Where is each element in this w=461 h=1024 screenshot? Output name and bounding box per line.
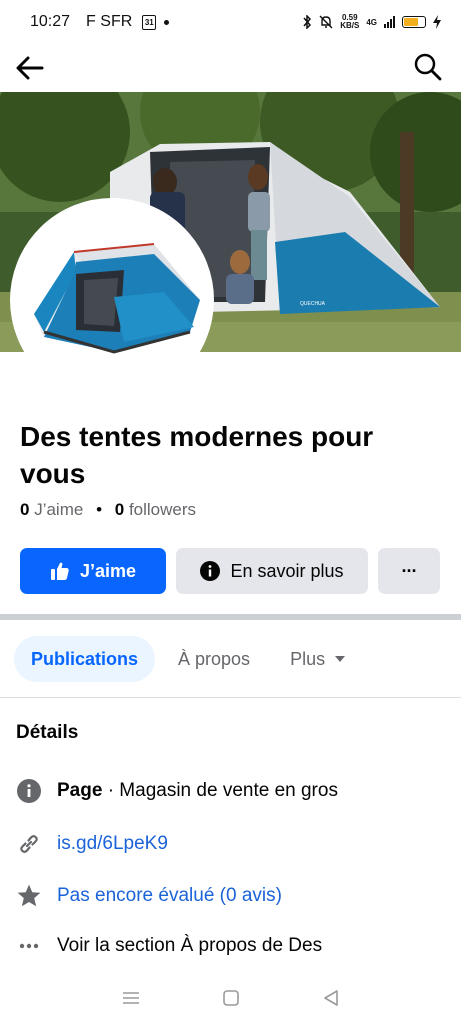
details-category-row: Page · Magasin de vente en gros — [16, 778, 338, 804]
tab-label: Publications — [31, 648, 139, 669]
more-dots-icon: ··· — [401, 560, 418, 581]
page-stats: 0 J’aime • 0 followers — [20, 500, 196, 520]
more-dots-icon — [16, 933, 42, 959]
menu-icon[interactable] — [121, 990, 141, 1006]
mute-bell-icon — [319, 15, 333, 29]
status-time: 10:27 — [30, 13, 71, 30]
details-heading: Détails — [16, 722, 79, 743]
like-button-label: J’aime — [79, 560, 137, 581]
stats-separator: • — [96, 500, 103, 519]
tent-product-image — [14, 202, 210, 398]
category-name: · Magasin de vente en gros — [102, 780, 338, 801]
info-icon — [200, 561, 221, 581]
page-title: Des tentes modernes pour vous — [20, 421, 374, 489]
tab-more[interactable]: Plus — [273, 636, 362, 682]
details-rating-row: Pas encore évalué (0 avis) — [16, 883, 282, 909]
section-divider — [0, 614, 461, 620]
likes-count: 0 — [20, 500, 30, 519]
about-section-link[interactable]: Voir la section À propos de Des — [57, 935, 322, 957]
top-nav — [0, 44, 461, 92]
thumbs-up-icon — [50, 562, 69, 580]
status-carrier: F SFR — [86, 13, 133, 30]
rating-link[interactable]: Pas encore évalué (0 avis) — [57, 885, 282, 907]
tab-publications[interactable]: Publications — [14, 636, 156, 682]
details-about-row[interactable]: Voir la section À propos de Des — [16, 933, 322, 959]
system-nav-bar — [0, 972, 461, 1024]
website-link[interactable]: is.gd/6LpeK9 — [57, 833, 168, 855]
home-icon[interactable] — [222, 989, 240, 1007]
more-actions-button[interactable]: ··· — [378, 548, 440, 594]
status-right: 0.59 KB/S 4G — [302, 14, 441, 30]
tab-label: À propos — [178, 648, 251, 669]
arrow-left-icon[interactable] — [14, 52, 46, 84]
star-icon — [16, 883, 42, 909]
like-button[interactable]: J’aime — [20, 548, 166, 594]
back-nav-icon[interactable] — [322, 989, 340, 1007]
search-icon[interactable] — [413, 52, 443, 82]
likes-label[interactable]: J’aime — [34, 500, 83, 519]
learn-more-button[interactable]: En savoir plus — [176, 548, 368, 594]
info-icon — [16, 778, 42, 804]
battery-icon — [402, 16, 426, 28]
followers-count: 0 — [114, 500, 125, 519]
page-tabs: Publications À propos Plus — [14, 636, 362, 682]
details-link-row: is.gd/6LpeK9 — [16, 831, 168, 857]
tabs-divider — [0, 697, 461, 698]
tab-about[interactable]: À propos — [161, 636, 267, 682]
net-speed: 0.59 KB/S — [340, 13, 360, 30]
charging-icon — [433, 15, 441, 29]
page-actions: J’aime En savoir plus ··· — [20, 548, 441, 594]
network-type: 4G — [366, 17, 377, 27]
profile-avatar[interactable] — [10, 198, 214, 402]
notification-dot-icon — [164, 19, 170, 25]
bluetooth-icon — [303, 15, 312, 29]
chevron-down-icon — [335, 656, 346, 662]
followers-label[interactable]: followers — [129, 500, 196, 519]
category-type: Page — [57, 780, 103, 801]
tab-label: Plus — [290, 648, 326, 669]
calendar-icon: 31 — [142, 14, 157, 30]
link-icon — [16, 831, 42, 857]
signal-icon — [384, 16, 395, 28]
cover-tent-label: QUECHUA — [300, 301, 326, 307]
learn-more-label: En savoir plus — [230, 560, 344, 581]
status-bar: 10:27 F SFR 31 0.59 KB/S 4G — [0, 0, 461, 44]
